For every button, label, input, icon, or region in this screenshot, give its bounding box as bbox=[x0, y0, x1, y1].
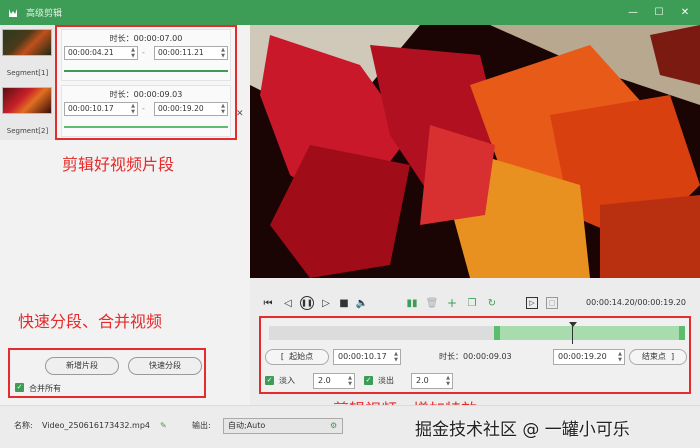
segment-thumbnails: Segment[1] Segment[2] bbox=[0, 25, 55, 140]
quick-split-button[interactable]: 快速分段 bbox=[128, 357, 202, 375]
segment-start-field[interactable]: 00:00:10.17 ▲ ▼ bbox=[64, 102, 138, 116]
trim-timeline[interactable] bbox=[269, 322, 685, 344]
spin-arrows-icon[interactable]: ▲ ▼ bbox=[221, 47, 225, 59]
player-toolbar: ⏮ ◁ ❚❚ ▷ ■ 🔈 ▮▮ 🗑 + ❐ ↻ ▷ □ 00:00:14.20/… bbox=[250, 290, 700, 316]
spin-arrows-icon[interactable]: ▲ ▼ bbox=[618, 351, 622, 363]
edit-name-icon[interactable]: ✎ bbox=[160, 419, 167, 433]
segment-thumbnail-label: Segment[1] bbox=[6, 69, 49, 77]
mark-out-icon[interactable]: □ bbox=[546, 297, 558, 309]
minimize-icon[interactable]: — bbox=[626, 6, 640, 20]
segment-card[interactable]: 时长：00:00:07.00 00:00:04.21 ▲ ▼ - 00:00:11.… bbox=[61, 29, 231, 81]
segment-list: 时长：00:00:07.00 00:00:04.21 ▲ ▼ - 00:00:11.… bbox=[55, 25, 237, 140]
copy-icon[interactable]: ❐ bbox=[466, 297, 478, 309]
spin-arrows-icon[interactable]: ▲ ▼ bbox=[394, 351, 398, 363]
add-segment-button[interactable]: 新增片段 bbox=[45, 357, 119, 375]
segment-thumbnail-2[interactable] bbox=[2, 87, 52, 114]
window-title: 高级剪辑 bbox=[26, 9, 63, 19]
trim-end-field[interactable]: 00:00:19.20 ▲ ▼ bbox=[553, 349, 625, 365]
output-select[interactable]: 自动;Auto bbox=[223, 418, 343, 434]
window-controls: — ☐ ✕ bbox=[626, 0, 692, 25]
spin-arrows-icon[interactable]: ▲ ▼ bbox=[348, 375, 352, 387]
pause-icon[interactable]: ❚❚ bbox=[300, 296, 314, 310]
segment-card[interactable]: 时长：00:00:09.03 00:00:10.17 ▲ ▼ - 00:00:19.… bbox=[61, 85, 231, 137]
segment-start-field[interactable]: 00:00:04.21 ▲ ▼ bbox=[64, 46, 138, 60]
add-icon[interactable]: + bbox=[446, 296, 458, 310]
fade-out-field[interactable]: 2.0 ▲ ▼ bbox=[411, 373, 453, 389]
merge-all-label: 合并所有 bbox=[29, 384, 61, 393]
stop-icon[interactable]: ■ bbox=[338, 297, 350, 309]
set-start-button[interactable]: [ 起始点 bbox=[265, 349, 329, 365]
volume-icon[interactable]: 🔈 bbox=[356, 297, 368, 309]
segment-progress bbox=[64, 126, 228, 128]
split-merge-controls: 新增片段 快速分段 ✓ 合并所有 bbox=[8, 348, 206, 398]
trim-selection[interactable] bbox=[494, 326, 685, 340]
spin-arrows-icon[interactable]: ▲ ▼ bbox=[131, 103, 135, 115]
settings-gear-icon[interactable]: ⚙ bbox=[330, 419, 337, 433]
segment-thumbnail-label: Segment[2] bbox=[6, 127, 49, 135]
set-end-button[interactable]: 结束点 ] bbox=[629, 349, 687, 365]
spin-arrows-icon[interactable]: ▲ ▼ bbox=[221, 103, 225, 115]
file-name: Video_250616173432.mp4 bbox=[42, 421, 150, 430]
left-pane: Segment[1] Segment[2] 时长：00:00:07.00 00:… bbox=[0, 25, 250, 405]
trim-effects-panel: [ 起始点 00:00:10.17 ▲ ▼ 时长：00:00:09.03 00:00… bbox=[259, 316, 691, 394]
trim-start-field[interactable]: 00:00:10.17 ▲ ▼ bbox=[333, 349, 401, 365]
segment-thumbnail-1[interactable] bbox=[2, 29, 52, 56]
remove-segment-icon[interactable]: ✕ bbox=[236, 109, 244, 119]
range-dash: - bbox=[142, 104, 145, 113]
player-timecode: 00:00:14.20/00:00:19.20 bbox=[586, 298, 686, 307]
skip-start-icon[interactable]: ⏮ bbox=[262, 297, 274, 309]
split-icon[interactable]: ▮▮ bbox=[406, 297, 418, 309]
segment-progress bbox=[64, 70, 228, 72]
watermark: 掘金技术社区 @ 一罐小可乐 bbox=[415, 420, 630, 440]
spin-arrows-icon[interactable]: ▲ ▼ bbox=[131, 47, 135, 59]
segments-annotation: 剪辑好视频片段 bbox=[62, 155, 175, 174]
output-label: 输出: bbox=[192, 421, 211, 430]
title-bar: 高级剪辑 — ☐ ✕ bbox=[0, 0, 700, 25]
refresh-icon[interactable]: ↻ bbox=[486, 297, 498, 309]
segment-duration: 时长：00:00:07.00 bbox=[109, 34, 183, 43]
trim-duration: 时长：00:00:09.03 bbox=[439, 352, 512, 361]
maximize-icon[interactable]: ☐ bbox=[652, 6, 666, 20]
fade-in-field[interactable]: 2.0 ▲ ▼ bbox=[313, 373, 355, 389]
fade-in-checkbox[interactable]: ✓ bbox=[265, 376, 274, 385]
trash-icon[interactable]: 🗑 bbox=[426, 297, 439, 309]
segment-duration: 时长：00:00:09.03 bbox=[109, 90, 183, 99]
mark-in-icon[interactable]: ▷ bbox=[526, 297, 538, 309]
segment-end-field[interactable]: 00:00:11.21 ▲ ▼ bbox=[154, 46, 228, 60]
name-label: 名称: bbox=[14, 421, 33, 430]
playhead[interactable] bbox=[569, 322, 577, 344]
segment-end-field[interactable]: 00:00:19.20 ▲ ▼ bbox=[154, 102, 228, 116]
step-back-icon[interactable]: ◁ bbox=[282, 297, 294, 309]
fade-out-checkbox[interactable]: ✓ bbox=[364, 376, 373, 385]
app-logo-icon bbox=[6, 6, 20, 20]
merge-all-checkbox[interactable]: ✓ bbox=[15, 383, 24, 392]
video-preview[interactable] bbox=[250, 25, 700, 278]
split-annotation: 快速分段、合并视频 bbox=[18, 312, 163, 331]
step-forward-icon[interactable]: ▷ bbox=[320, 297, 332, 309]
spin-arrows-icon[interactable]: ▲ ▼ bbox=[446, 375, 450, 387]
close-icon[interactable]: ✕ bbox=[678, 6, 692, 20]
fade-out-label: 淡出 bbox=[378, 376, 394, 385]
range-dash: - bbox=[142, 48, 145, 57]
fade-in-label: 淡入 bbox=[279, 376, 295, 385]
